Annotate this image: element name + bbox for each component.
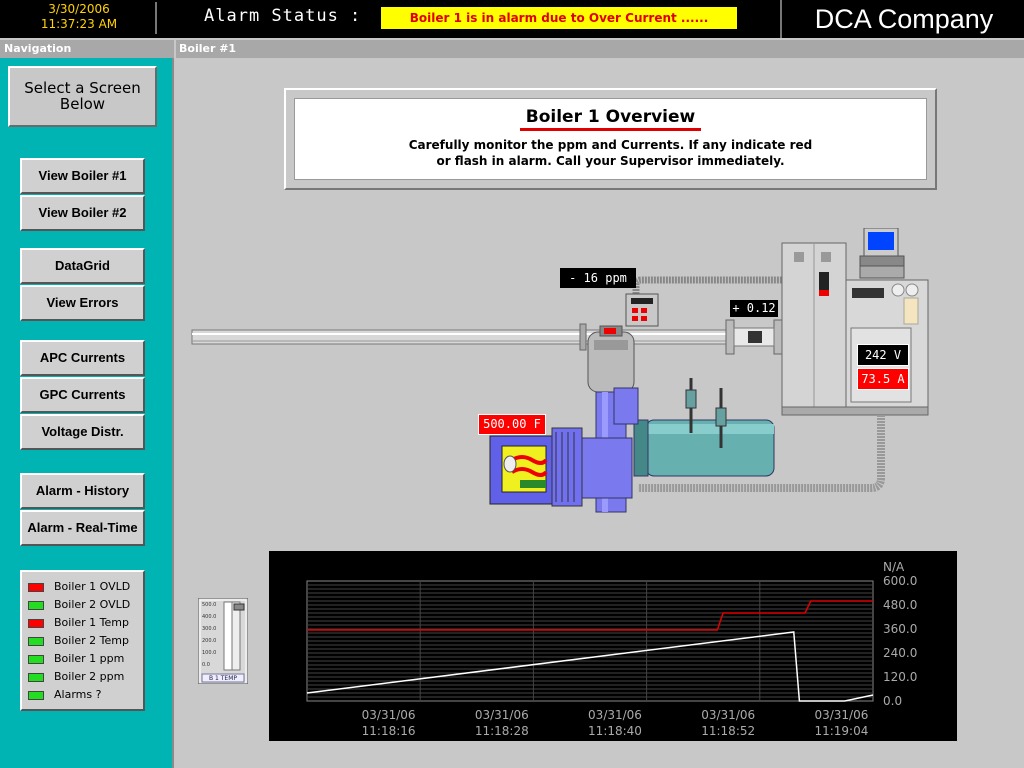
alarm-status-message: Boiler 1 is in alarm due to Over Current… (381, 7, 737, 29)
x-tick-time: 11:18:40 (588, 724, 642, 738)
motor (633, 378, 775, 477)
status-indicator-panel: Boiler 1 OVLD Boiler 2 OVLD Boiler 1 Tem… (20, 570, 145, 711)
company-name: DCA Company (780, 0, 1024, 38)
alarm-history-button[interactable]: Alarm - History (20, 473, 145, 509)
computer-icon (859, 227, 905, 279)
y-tick-label: 360.0 (883, 622, 917, 636)
current-time: 11:37:23 AM (40, 17, 118, 31)
burner (489, 427, 583, 507)
status-row-boiler1-temp: Boiler 1 Temp (22, 615, 143, 633)
y-tick-label: 480.0 (883, 598, 917, 612)
temperature-readout: 500.00 F (478, 414, 546, 435)
trend-chart-svg: N/A600.0 480.0 360.0 240.0 120.0 0.0 03/31/06 1… (306, 560, 917, 738)
overview-description: Carefully monitor the ppm and Currents. … (295, 137, 926, 169)
navigation-header-line2: Below (59, 95, 106, 113)
alarm-realtime-button[interactable]: Alarm - Real-Time (20, 510, 145, 546)
x-tick-time: 11:18:16 (362, 724, 416, 738)
status-label: Boiler 2 Temp (54, 634, 129, 647)
status-led (28, 583, 44, 592)
status-label: Alarms ? (54, 688, 102, 701)
status-led (28, 655, 44, 664)
current-date: 3/30/2006 (48, 2, 110, 16)
alarm-status-label: Alarm Status : (204, 6, 362, 26)
date-time-display: 3/30/2006 11:37:23 AM (3, 2, 157, 34)
pump (575, 325, 639, 513)
status-led (28, 673, 44, 682)
x-tick-time: 11:18:28 (475, 724, 529, 738)
conduit (632, 276, 786, 294)
gauge-tick: 200.0 (202, 638, 216, 644)
voltage-readout: 242 V (857, 344, 909, 366)
y-tick-label: 600.0 (883, 574, 917, 588)
overview-box: Boiler 1 Overview Carefully monitor the … (284, 88, 937, 190)
status-led (28, 691, 44, 700)
flow-meter-window (748, 331, 762, 343)
trend-chart: N/A 600.0 480.0 360.0 240.0 120.0 0.0 03/31/06 1… (269, 551, 957, 741)
pipe-flange (773, 319, 783, 355)
pipe-flange (579, 323, 587, 351)
overview-box-inner: Boiler 1 Overview Carefully monitor the … (294, 98, 927, 180)
x-tick-time: 11:18:52 (701, 724, 755, 738)
status-led (28, 601, 44, 610)
status-label: Boiler 1 ppm (54, 652, 125, 665)
pipe-flange (725, 319, 735, 355)
y-tick-label: 240.0 (883, 646, 917, 660)
x-tick-date: 03/31/06 (475, 708, 529, 722)
gauge-tick: 0.0 (202, 662, 210, 668)
y-tick-label: 0.0 (883, 694, 902, 708)
temperature-gauge: 500.0 400.0 300.0 200.0 100.0 0.0 B 1 TE… (197, 597, 249, 685)
view-boiler-1-button[interactable]: View Boiler #1 (20, 158, 145, 194)
status-label: Boiler 1 Temp (54, 616, 129, 629)
ppm-readout: - 16 ppm (560, 268, 636, 288)
navigation-title: Navigation (0, 40, 174, 58)
navigation-header-line1: Select a Screen (24, 79, 141, 97)
status-row-boiler1-ppm: Boiler 1 ppm (22, 651, 143, 669)
x-tick-date: 03/31/06 (588, 708, 642, 722)
gauge-tick: 500.0 (202, 602, 216, 608)
status-label: Boiler 2 OVLD (54, 598, 131, 611)
apc-currents-button[interactable]: APC Currents (20, 340, 145, 376)
status-row-boiler2-temp: Boiler 2 Temp (22, 633, 143, 651)
flow-readout: + 0.12 (730, 300, 778, 317)
gpc-currents-button[interactable]: GPC Currents (20, 377, 145, 413)
status-label: Boiler 2 ppm (54, 670, 125, 683)
process-graphic: - 16 ppm + 0.12 500.00 F 242 V 73.5 A (176, 227, 1022, 528)
datagrid-button[interactable]: DataGrid (20, 248, 145, 284)
gauge-tick: 100.0 (202, 650, 216, 656)
gauge-label: B 1 TEMP (209, 675, 237, 682)
view-errors-button[interactable]: View Errors (20, 285, 145, 321)
overview-title: Boiler 1 Overview (519, 107, 702, 131)
navigation-panel: Select a Screen Below View Boiler #1 Vie… (0, 58, 174, 768)
current-readout: 73.5 A (857, 368, 909, 390)
panel-title: Boiler #1 (176, 40, 1024, 58)
status-row-boiler2-ppm: Boiler 2 ppm (22, 669, 143, 687)
overview-line1: Carefully monitor the ppm and Currents. … (408, 138, 813, 152)
x-tick-date: 03/31/06 (814, 708, 868, 722)
x-tick-date: 03/31/06 (701, 708, 755, 722)
status-row-boiler2-ovld: Boiler 2 OVLD (22, 597, 143, 615)
status-row-boiler1-ovld: Boiler 1 OVLD (22, 579, 143, 597)
voltage-distr-button[interactable]: Voltage Distr. (20, 414, 145, 450)
chart-unit-label: N/A (883, 560, 905, 574)
navigation-header: Select a Screen Below (8, 66, 157, 127)
gauge-tick: 300.0 (202, 626, 216, 632)
temperature-gauge-drawing: 500.0 400.0 300.0 200.0 100.0 0.0 B 1 TE… (197, 597, 249, 685)
x-tick-date: 03/31/06 (362, 708, 416, 722)
status-led (28, 637, 44, 646)
main-pipe (191, 329, 738, 345)
status-led (28, 619, 44, 628)
boiler-overview-panel: Boiler 1 Overview Carefully monitor the … (176, 58, 1022, 766)
x-tick-time: 11:19:04 (814, 724, 868, 738)
gauge-tick: 400.0 (202, 614, 216, 620)
status-row-alarms: Alarms ? (22, 687, 143, 705)
ppm-controller (625, 293, 659, 327)
overview-line2: or flash in alarm. Call your Supervisor … (436, 154, 785, 168)
status-label: Boiler 1 OVLD (54, 580, 131, 593)
top-bar: 3/30/2006 11:37:23 AM Alarm Status : Boi… (0, 0, 1024, 38)
series-line-1 (306, 631, 874, 702)
y-tick-label: 120.0 (883, 670, 917, 684)
view-boiler-2-button[interactable]: View Boiler #2 (20, 195, 145, 231)
